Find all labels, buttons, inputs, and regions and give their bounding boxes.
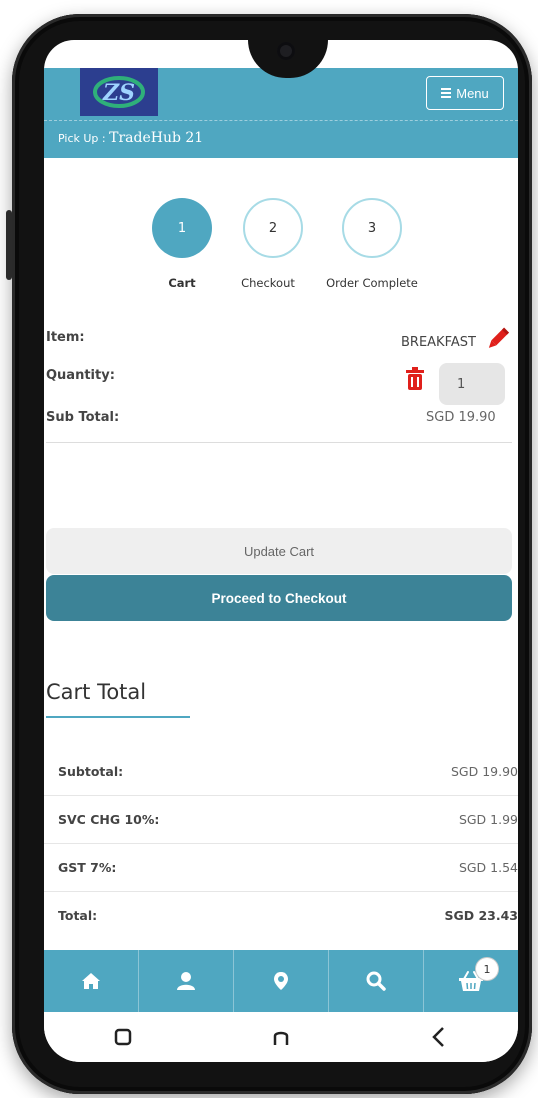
update-cart-label: Update Cart [243, 543, 315, 559]
nav-search[interactable] [329, 950, 424, 1012]
item-value: BREAKFAST [401, 335, 476, 350]
totals-label: SVC CHG 10%: [58, 812, 160, 827]
location-pin-icon [274, 972, 288, 990]
subtotal-label: Sub Total: [46, 410, 120, 425]
search-icon [366, 971, 386, 991]
totals-value: SGD 1.99 [458, 812, 518, 827]
proceed-to-checkout-button[interactable]: Proceed to Checkout [46, 575, 512, 621]
quantity-value: 1 [457, 376, 466, 392]
edit-pencil-icon[interactable] [484, 326, 510, 352]
nav-account[interactable] [139, 950, 234, 1012]
quantity-label: Quantity: [46, 368, 115, 383]
cart-count-badge: 1 [476, 958, 498, 980]
logo-mark-icon: ZS [93, 76, 145, 108]
step-number: 2 [268, 220, 278, 236]
phone-side-button [6, 210, 12, 280]
bottom-navigation: 1 [44, 950, 518, 1012]
home-icon[interactable] [272, 1028, 290, 1046]
menu-button[interactable]: Menu [426, 76, 504, 110]
recent-apps-icon[interactable] [114, 1028, 132, 1046]
pickup-label: Pick Up : [58, 132, 106, 145]
hamburger-icon [441, 88, 452, 98]
totals-label: GST 7%: [58, 860, 117, 875]
svg-text:ZS: ZS [102, 80, 135, 106]
totals-label: Total: [58, 908, 98, 923]
header-divider [44, 120, 518, 121]
totals-row-total: Total: SGD 23.43 [44, 892, 518, 940]
pickup-value: TradeHub 21 [109, 130, 204, 146]
pickup-location: Pick Up : TradeHub 21 [58, 130, 203, 146]
proceed-to-checkout-label: Proceed to Checkout [211, 590, 347, 606]
step-number: 1 [177, 220, 187, 236]
totals-row-gst: GST 7%: SGD 1.54 [44, 844, 518, 892]
back-icon[interactable] [430, 1026, 448, 1048]
update-cart-button[interactable]: Update Cart [46, 528, 512, 574]
user-icon [177, 972, 195, 990]
subtotal-value: SGD 19.90 [426, 410, 496, 425]
totals-row-subtotal: Subtotal: SGD 19.90 [44, 748, 518, 796]
quantity-input[interactable]: 1 [439, 363, 505, 405]
home-icon [82, 973, 100, 989]
trash-icon[interactable] [404, 367, 426, 391]
nav-cart[interactable]: 1 [424, 950, 518, 1012]
front-camera [277, 42, 295, 60]
brand-logo[interactable]: ZS [80, 68, 158, 116]
app-header: ZS Menu Pick Up : TradeHub 21 [44, 68, 518, 158]
step-3-order-complete: 3 [342, 198, 402, 258]
step-number: 3 [367, 220, 377, 236]
cart-total-title: Cart Total [46, 680, 147, 704]
cart-total-underline [46, 716, 190, 718]
item-divider [46, 442, 512, 443]
totals-value: SGD 23.43 [444, 908, 518, 923]
item-label: Item: [46, 330, 85, 345]
nav-home[interactable] [44, 950, 139, 1012]
totals-label: Subtotal: [58, 764, 124, 779]
totals-row-service-charge: SVC CHG 10%: SGD 1.99 [44, 796, 518, 844]
step-2-checkout: 2 [243, 198, 303, 258]
nav-location[interactable] [234, 950, 329, 1012]
step-label-checkout: Checkout [241, 276, 295, 290]
totals-value: SGD 19.90 [450, 764, 518, 779]
system-navigation-bar [44, 1012, 518, 1062]
step-1-cart: 1 [152, 198, 212, 258]
app-screen: ZS Menu Pick Up : TradeHub 21 1 2 3 Cart… [44, 40, 518, 1062]
step-label-order-complete: Order Complete [326, 276, 418, 290]
totals-value: SGD 1.54 [458, 860, 518, 875]
menu-button-label: Menu [456, 85, 489, 101]
